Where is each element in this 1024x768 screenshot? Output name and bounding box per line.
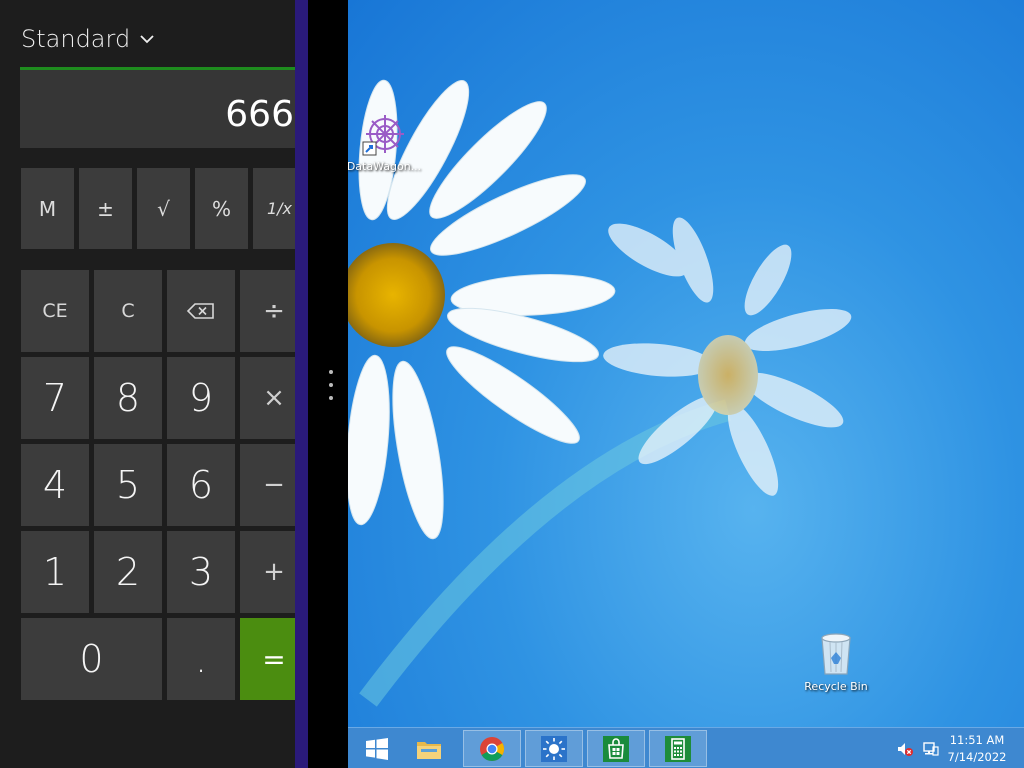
datawagon-shortcut[interactable]: DataWagon... bbox=[348, 112, 422, 173]
weather-app-icon bbox=[541, 735, 567, 762]
backspace-button[interactable] bbox=[167, 270, 235, 352]
decimal-point-button[interactable]: . bbox=[167, 618, 235, 700]
digit-1-button[interactable]: 1 bbox=[21, 531, 89, 613]
mode-selector[interactable]: Standard bbox=[21, 22, 156, 56]
square-root-button[interactable]: √ bbox=[137, 168, 190, 249]
file-explorer-icon bbox=[417, 741, 441, 759]
digit-3-button[interactable]: 3 bbox=[167, 531, 235, 613]
desktop: DataWagon... Recycle Bin bbox=[348, 0, 1024, 727]
daisy-wallpaper bbox=[348, 79, 852, 707]
file-explorer-button[interactable] bbox=[400, 730, 458, 767]
clear-button[interactable]: C bbox=[94, 270, 162, 352]
recycle-bin-icon bbox=[821, 633, 851, 675]
digit-0-button[interactable]: 0 bbox=[21, 618, 162, 700]
divide-button[interactable]: ÷ bbox=[240, 270, 295, 352]
chevron-down-icon bbox=[140, 35, 154, 44]
calculator-pane: Standard 666 M ± √ % 1/x CE C ÷ 7 8 9 × … bbox=[0, 0, 295, 768]
percent-button[interactable]: % bbox=[195, 168, 248, 249]
digit-7-button[interactable]: 7 bbox=[21, 357, 89, 439]
datawagon-shortcut-icon bbox=[362, 115, 404, 156]
reciprocal-button[interactable]: 1/x bbox=[253, 168, 295, 249]
clock-date: 7/14/2022 bbox=[947, 750, 1007, 764]
taskbar-clock[interactable]: 11:51 AM 7/14/2022 bbox=[942, 732, 1012, 766]
datawagon-shortcut-label: DataWagon... bbox=[348, 160, 422, 173]
store-button[interactable] bbox=[587, 730, 645, 767]
clock-time: 11:51 AM bbox=[949, 733, 1005, 747]
start-icon bbox=[366, 737, 388, 760]
chrome-icon bbox=[480, 736, 505, 761]
digit-8-button[interactable]: 8 bbox=[94, 357, 162, 439]
network-icon[interactable] bbox=[922, 740, 940, 758]
taskbar: 11:51 AM 7/14/2022 bbox=[348, 727, 1024, 768]
subtract-button[interactable]: − bbox=[240, 444, 295, 526]
recycle-bin[interactable]: Recycle Bin bbox=[798, 630, 874, 693]
pane-edge bbox=[295, 0, 308, 768]
digit-6-button[interactable]: 6 bbox=[167, 444, 235, 526]
store-icon bbox=[603, 735, 629, 762]
chrome-button[interactable] bbox=[463, 730, 521, 767]
snap-divider[interactable] bbox=[308, 0, 348, 768]
system-tray bbox=[896, 728, 940, 768]
recycle-bin-label: Recycle Bin bbox=[804, 680, 868, 693]
memory-button[interactable]: M bbox=[21, 168, 74, 249]
weather-app-button[interactable] bbox=[525, 730, 583, 767]
start-button[interactable] bbox=[348, 730, 406, 767]
calculator-taskbar-button[interactable] bbox=[649, 730, 707, 767]
digit-9-button[interactable]: 9 bbox=[167, 357, 235, 439]
add-button[interactable]: + bbox=[240, 531, 295, 613]
backspace-icon bbox=[186, 303, 214, 319]
clear-entry-button[interactable]: CE bbox=[21, 270, 89, 352]
calculator-app-icon bbox=[665, 735, 691, 762]
digit-5-button[interactable]: 5 bbox=[94, 444, 162, 526]
divider-grip-handle[interactable] bbox=[329, 370, 333, 400]
negate-button[interactable]: ± bbox=[79, 168, 132, 249]
result-display: 666 bbox=[20, 70, 295, 148]
equals-button[interactable]: = bbox=[240, 618, 295, 700]
volume-muted-icon[interactable] bbox=[896, 740, 914, 758]
multiply-button[interactable]: × bbox=[240, 357, 295, 439]
digit-2-button[interactable]: 2 bbox=[94, 531, 162, 613]
mode-label: Standard bbox=[21, 25, 131, 53]
digit-4-button[interactable]: 4 bbox=[21, 444, 89, 526]
